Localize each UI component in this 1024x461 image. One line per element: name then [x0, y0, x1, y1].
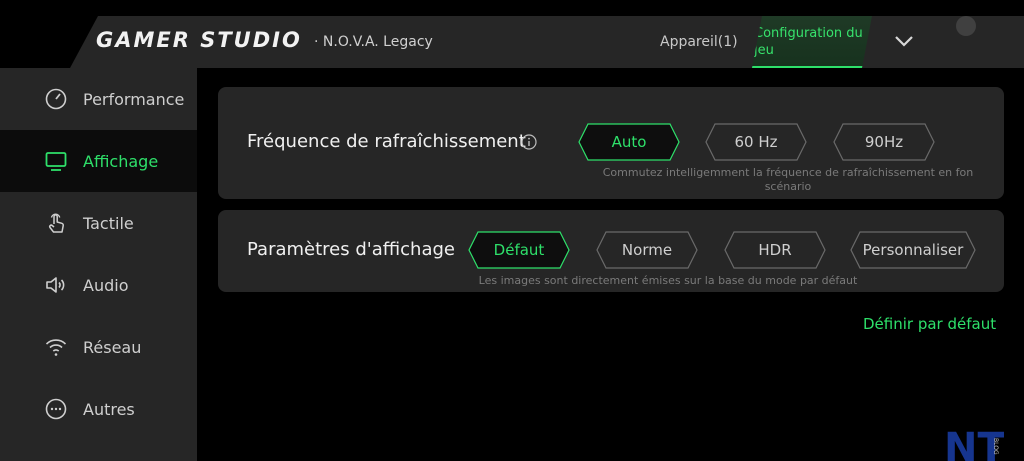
gauge-icon: [45, 88, 67, 110]
display-description: Les images sont directement émises sur l…: [478, 274, 858, 287]
set-default-button[interactable]: Définir par défaut: [863, 315, 996, 333]
sidebar: Performance Affichage Tactile Audio Rése…: [0, 68, 197, 461]
refresh-rate-title: Fréquence de rafraîchissement: [247, 131, 526, 152]
touch-hand-icon: [49, 213, 64, 233]
display-option-hdr[interactable]: HDR: [724, 231, 826, 269]
option-label: Défaut: [493, 241, 545, 259]
sidebar-item-performance[interactable]: Performance: [0, 68, 197, 130]
brand-logo: GAMER STUDIO: [96, 28, 302, 52]
watermark-sub: BLOG: [992, 438, 999, 455]
option-label: HDR: [758, 241, 792, 259]
sidebar-item-audio[interactable]: Audio: [0, 254, 197, 316]
sidebar-item-label: Réseau: [83, 337, 142, 357]
display-settings-title: Paramètres d'affichage: [247, 239, 455, 260]
status-dot: [956, 16, 976, 36]
sidebar-item-affichage[interactable]: Affichage: [0, 130, 197, 192]
game-config-tab[interactable]: Configuration du jeu: [752, 16, 872, 68]
option-label: Norme: [621, 241, 673, 259]
speaker-icon: [46, 277, 65, 293]
option-label: Auto: [611, 133, 647, 151]
sidebar-item-autres[interactable]: Autres: [0, 378, 197, 440]
chevron-down-icon[interactable]: [893, 32, 915, 50]
info-icon[interactable]: [521, 134, 537, 150]
display-option-personnaliser[interactable]: Personnaliser: [850, 231, 976, 269]
wifi-icon: [45, 339, 67, 356]
refresh-rate-card: Fréquence de rafraîchissement Auto 60 Hz…: [218, 87, 1004, 199]
sidebar-item-tactile[interactable]: Tactile: [0, 192, 197, 254]
sidebar-item-label: Affichage: [83, 151, 159, 171]
game-name: · N.O.V.A. Legacy: [314, 34, 433, 50]
refresh-option-90hz[interactable]: 90Hz: [833, 123, 935, 161]
device-tab[interactable]: Appareil(1): [660, 34, 738, 50]
more-dots-icon: [45, 398, 67, 420]
option-label: Personnaliser: [862, 241, 964, 259]
display-option-default[interactable]: Défaut: [468, 231, 570, 269]
monitor-icon: [45, 152, 67, 171]
sidebar-item-label: Audio: [83, 275, 129, 295]
sidebar-item-label: Performance: [83, 89, 185, 109]
game-config-tab-label: Configuration du jeu: [754, 26, 863, 58]
display-settings-card: Paramètres d'affichage Défaut Norme HDR …: [218, 210, 1004, 292]
refresh-option-60hz[interactable]: 60 Hz: [705, 123, 807, 161]
sidebar-item-label: Tactile: [83, 213, 134, 233]
app-header: GAMER STUDIO · N.O.V.A. Legacy Appareil(…: [0, 0, 1024, 68]
sidebar-item-reseau[interactable]: Réseau: [0, 316, 197, 378]
refresh-option-auto[interactable]: Auto: [578, 123, 680, 161]
display-option-norme[interactable]: Norme: [596, 231, 698, 269]
option-label: 90Hz: [864, 133, 904, 151]
nt-blog-watermark: NT BLOG: [944, 425, 1004, 461]
refresh-description: Commutez intelligemment la fréquence de …: [602, 166, 974, 193]
option-label: 60 Hz: [734, 133, 778, 151]
sidebar-item-label: Autres: [83, 399, 135, 419]
